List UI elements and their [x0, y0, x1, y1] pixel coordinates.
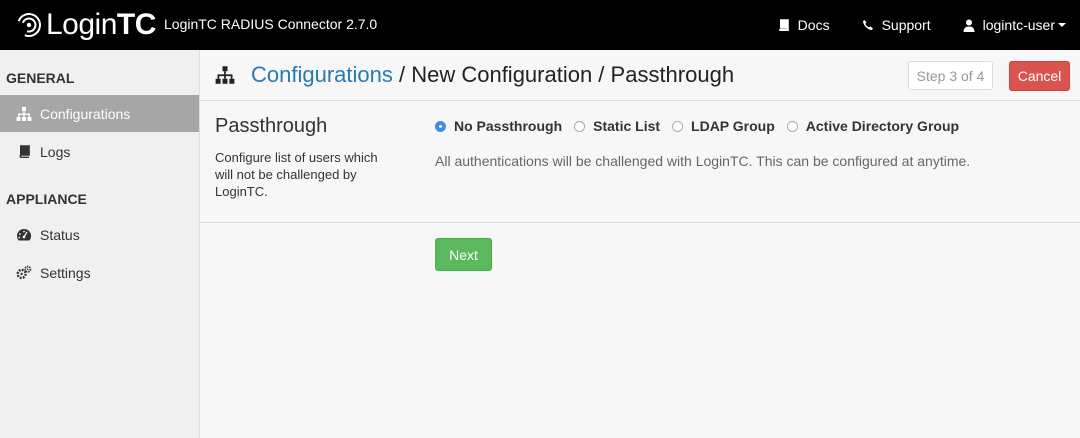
sidebar-item-configurations[interactable]: Configurations: [0, 95, 199, 132]
next-button[interactable]: Next: [435, 238, 492, 271]
main-content: Configurations / New Configuration / Pas…: [200, 50, 1080, 438]
gears-icon: [16, 265, 32, 281]
logintc-logo-icon: [17, 12, 41, 37]
brand-logo[interactable]: LoginTC: [16, 7, 156, 43]
user-menu[interactable]: logintc-user: [963, 17, 1066, 33]
page-header: Configurations / New Configuration / Pas…: [200, 50, 1080, 101]
top-navbar: LoginTC LoginTC RADIUS Connector 2.7.0 D…: [0, 0, 1080, 50]
breadcrumb: Configurations / New Configuration / Pas…: [251, 62, 734, 88]
radio-static-list[interactable]: Static List: [574, 118, 660, 134]
dashboard-icon: [16, 227, 32, 243]
radio-label: LDAP Group: [691, 118, 775, 134]
support-link[interactable]: Support: [862, 17, 931, 33]
sitemap-icon: [16, 106, 32, 122]
radio-unchecked-icon[interactable]: [672, 120, 684, 132]
docs-link[interactable]: Docs: [778, 17, 830, 33]
caret-down-icon: [1058, 23, 1066, 27]
logo-text: LoginTC: [46, 8, 156, 41]
sidebar-item-logs[interactable]: Logs: [0, 133, 199, 170]
sidebar: GENERAL Configurations Logs APPLIANCE St…: [0, 50, 200, 438]
radio-label: Static List: [593, 118, 661, 134]
phone-icon: [862, 20, 873, 30]
passthrough-help-text: All authentications will be challenged w…: [435, 153, 971, 169]
sidebar-heading-general: GENERAL: [6, 70, 75, 86]
radio-unchecked-icon[interactable]: [574, 120, 586, 132]
user-label: logintc-user: [982, 17, 1055, 33]
app-title: LoginTC RADIUS Connector 2.7.0: [164, 16, 378, 32]
book-icon: [16, 144, 32, 160]
radio-label: Active Directory Group: [805, 118, 960, 134]
breadcrumb-current: / New Configuration / Passthrough: [392, 62, 735, 87]
sidebar-item-label: Configurations: [40, 105, 131, 122]
passthrough-options: No Passthrough Static List LDAP Group Ac…: [435, 118, 971, 134]
step-indicator: Step 3 of 4: [908, 61, 993, 90]
radio-checked-icon[interactable]: [435, 120, 446, 132]
radio-unchecked-icon[interactable]: [786, 120, 798, 132]
nav-right: Docs Support logintc-user: [746, 0, 1066, 50]
docs-label: Docs: [797, 17, 830, 33]
radio-active-directory-group[interactable]: Active Directory Group: [786, 118, 960, 134]
radio-no-passthrough[interactable]: No Passthrough: [435, 118, 562, 134]
sidebar-item-settings[interactable]: Settings: [0, 254, 199, 291]
sidebar-item-label: Logs: [40, 143, 71, 160]
radio-label: No Passthrough: [454, 118, 563, 134]
cancel-button[interactable]: Cancel: [1009, 61, 1070, 91]
breadcrumb-configurations-link[interactable]: Configurations: [251, 62, 393, 87]
sitemap-icon: [215, 66, 235, 89]
sidebar-item-label: Status: [40, 226, 80, 243]
section-title: Passthrough: [215, 115, 328, 137]
book-icon: [778, 19, 789, 31]
support-label: Support: [881, 17, 931, 33]
sidebar-item-status[interactable]: Status: [0, 216, 199, 253]
sidebar-item-label: Settings: [40, 264, 91, 281]
sidebar-heading-appliance: APPLIANCE: [6, 191, 87, 207]
user-icon: [963, 19, 975, 32]
section-description: Configure list of users which will not b…: [215, 150, 378, 199]
radio-ldap-group[interactable]: LDAP Group: [672, 118, 775, 134]
